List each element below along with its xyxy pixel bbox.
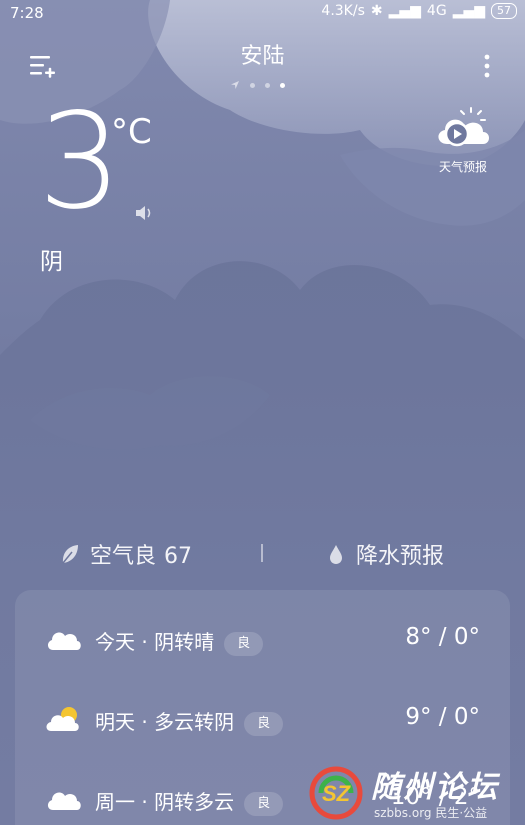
daily-row[interactable]: 今天 · 阴转晴良 8° / 0° (15, 620, 510, 660)
current-temperature: 3 (38, 85, 122, 239)
precipitation-forecast-button[interactable]: 降水预报 (328, 538, 444, 570)
page-dot (250, 82, 255, 88)
partly-cloudy-icon (46, 707, 79, 731)
weather-forecast-video-button[interactable]: 天气预报 (428, 104, 498, 175)
forum-watermark: SZ 随州论坛 szbbs.org 民生·公益 (309, 760, 525, 825)
speaker-icon[interactable] (134, 204, 154, 222)
play-cloud-icon (438, 107, 489, 147)
aq-chip: 良 (224, 632, 264, 656)
signal-icon-2: ▂▄▆ (452, 3, 485, 19)
svg-text:SZ: SZ (322, 781, 352, 806)
aq-chip: 良 (244, 792, 284, 816)
watermark-title: 随州论坛 (371, 770, 499, 805)
daily-temps: 9° / 0° (405, 704, 480, 730)
divider (261, 544, 263, 562)
page-dot-active (280, 82, 285, 88)
daily-temps: 8° / 0° (405, 624, 480, 650)
bluetooth-icon: ✱ (370, 3, 383, 19)
air-quality-label: 空气良 67 (90, 544, 193, 569)
more-options-icon[interactable] (478, 52, 496, 80)
signal-icon: ▂▄▆ (388, 3, 421, 19)
status-icons: 4.3K/s ✱ ▂▄▆ 4G ▂▄▆ 57 (321, 3, 517, 19)
air-quality-button[interactable]: 空气良 67 (60, 538, 192, 570)
daily-row[interactable]: 明天 · 多云转阴良 9° / 0° (15, 700, 510, 740)
forecast-video-label: 天气预报 (438, 160, 487, 174)
daily-label: 周一 · 阴转多云良 (95, 786, 284, 816)
cloud-icon (47, 792, 81, 810)
daily-label: 明天 · 多云转阴良 (95, 706, 284, 736)
info-row: 空气良 67 降水预报 (0, 536, 525, 570)
water-drop-icon (330, 545, 342, 564)
city-name: 安陆 (240, 44, 285, 69)
location-arrow-icon (231, 81, 239, 89)
battery-icon: 57 (491, 3, 517, 19)
background-clouds (0, 0, 525, 450)
daily-label: 今天 · 阴转晴良 (95, 626, 264, 656)
page-dot (265, 82, 270, 88)
net-speed: 4.3K/s (321, 3, 365, 19)
network-type: 4G (426, 3, 447, 19)
cloud-icon (47, 632, 81, 650)
status-time: 7:28 (10, 4, 44, 22)
page-indicator (230, 80, 285, 90)
aq-chip: 良 (244, 712, 284, 736)
status-bar: 7:28 4.3K/s ✱ ▂▄▆ 4G ▂▄▆ 57 (0, 0, 525, 26)
watermark-subtitle: szbbs.org 民生·公益 (374, 806, 488, 820)
precipitation-label: 降水预报 (356, 544, 445, 569)
temperature-unit: °C (111, 112, 152, 152)
leaf-icon (62, 545, 78, 564)
current-condition: 阴 (40, 249, 63, 275)
forum-logo: SZ (309, 766, 363, 820)
